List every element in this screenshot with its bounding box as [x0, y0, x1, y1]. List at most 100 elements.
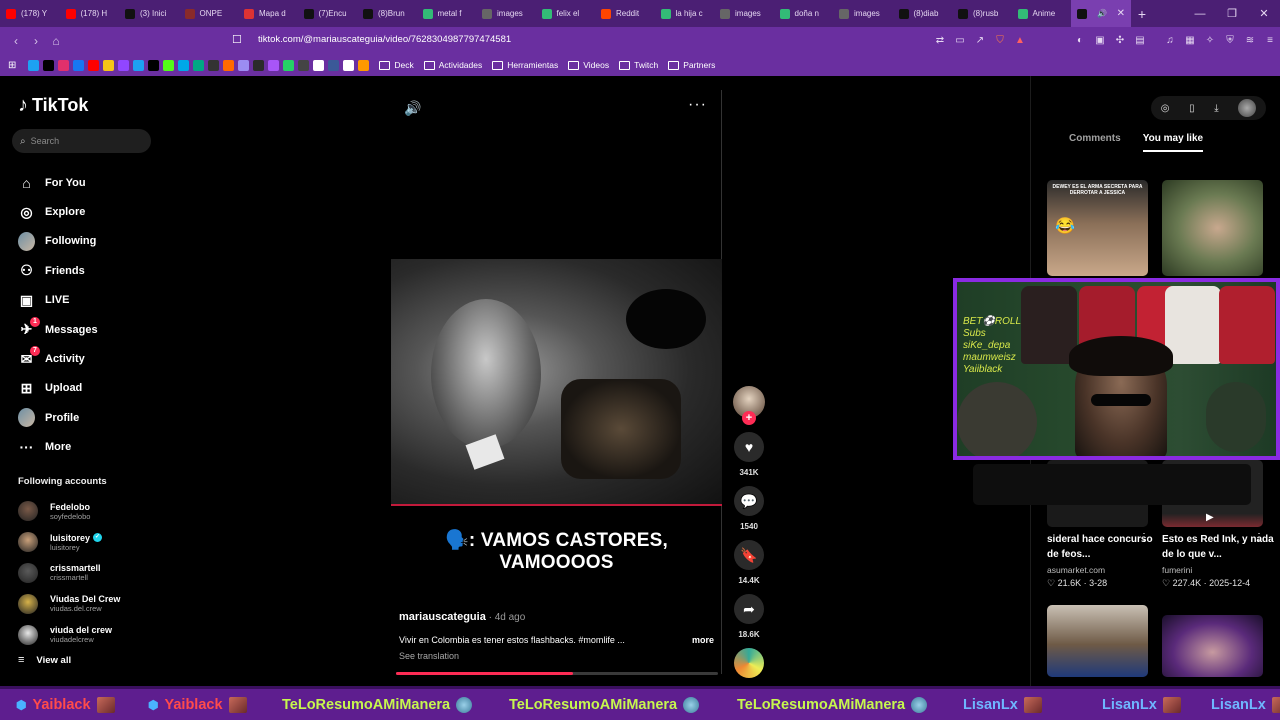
- video-progress-bar[interactable]: [396, 672, 718, 675]
- bookmark-favicon-icon[interactable]: [178, 59, 190, 71]
- wallet-icon[interactable]: ▦: [1180, 35, 1200, 46]
- bookmark-favicon-icon[interactable]: [73, 59, 85, 71]
- extension-icon[interactable]: ◐: [1070, 35, 1090, 46]
- sidebar-item-explore[interactable]: ◎ Explore: [18, 197, 98, 226]
- new-tab-icon[interactable]: +: [1131, 6, 1153, 22]
- browser-tab[interactable]: (8)diab: [893, 0, 953, 27]
- rec-more-icon[interactable]: ⋮: [1139, 532, 1149, 543]
- browser-tab[interactable]: images: [833, 0, 893, 27]
- music-icon[interactable]: ♫: [1160, 35, 1180, 46]
- music-disc-icon[interactable]: [734, 648, 764, 678]
- more-options-icon[interactable]: ···: [688, 96, 707, 114]
- bookmark-favicon-icon[interactable]: [253, 59, 265, 71]
- sidebar-item-upload[interactable]: ⊞ Upload: [18, 374, 98, 403]
- tab-you-may-like[interactable]: You may like: [1142, 133, 1204, 152]
- url-field[interactable]: tiktok.com/@mariauscateguia/video/762830…: [258, 34, 511, 45]
- browser-tab[interactable]: Reddit: [595, 0, 655, 27]
- sidebar-item-more[interactable]: ··· More: [18, 433, 98, 462]
- more-button[interactable]: more: [692, 635, 714, 645]
- bookmark-favicon-icon[interactable]: [58, 59, 70, 71]
- close-tab-icon[interactable]: ✕: [1117, 8, 1125, 19]
- following-account-item[interactable]: crissmartell crissmartell: [18, 558, 120, 589]
- share-arrow-icon[interactable]: ➦: [734, 594, 764, 624]
- sidebar-item-following[interactable]: Following: [18, 227, 98, 256]
- browser-tab[interactable]: felix el: [536, 0, 596, 27]
- menu-icon[interactable]: ≡: [1260, 35, 1280, 46]
- bookmark-favicon-icon[interactable]: [28, 59, 40, 71]
- share-action[interactable]: ➦ 18.6K: [730, 594, 768, 639]
- like-action[interactable]: ♥ 341K: [730, 432, 768, 477]
- bookmark-favicon-icon[interactable]: [208, 59, 220, 71]
- search-input[interactable]: ⌕ Search: [12, 129, 151, 153]
- comment-action[interactable]: 💬 1540: [730, 486, 768, 531]
- tab-comments[interactable]: Comments: [1069, 133, 1121, 152]
- follow-plus-icon[interactable]: +: [742, 411, 756, 425]
- sidebar-item-messages[interactable]: ✈ 1 Messages: [18, 315, 98, 344]
- bookmark-favicon-icon[interactable]: [223, 59, 235, 71]
- browser-tab[interactable]: doña n: [774, 0, 834, 27]
- download-icon[interactable]: ⤓: [1214, 103, 1218, 114]
- bookmark-item[interactable]: Deck: [379, 60, 414, 70]
- close-window-icon[interactable]: ✕: [1248, 7, 1280, 20]
- recommended-thumbnail[interactable]: [1047, 605, 1148, 677]
- sidebar-item-profile[interactable]: Profile: [18, 403, 98, 432]
- recommended-thumbnail[interactable]: [1162, 180, 1263, 276]
- bookmark-icon[interactable]: 🔖: [734, 540, 764, 570]
- browser-tab[interactable]: Mapa d: [238, 0, 298, 27]
- browser-tab[interactable]: Anime: [1012, 0, 1072, 27]
- following-account-item[interactable]: viuda del crew viudadelcrew: [18, 619, 120, 650]
- bookmark-item[interactable]: Partners: [668, 60, 715, 70]
- rewards-icon[interactable]: ▲: [1010, 35, 1030, 46]
- creator-avatar[interactable]: +: [733, 386, 765, 425]
- sidebar-item-activity[interactable]: ✉ 7 Activity: [18, 344, 98, 373]
- back-icon[interactable]: ‹: [6, 34, 26, 48]
- leo-icon[interactable]: ✧: [1200, 35, 1220, 46]
- bookmark-favicon-icon[interactable]: [118, 59, 130, 71]
- browser-tab[interactable]: la hija c: [655, 0, 715, 27]
- vpn-icon[interactable]: ⛨: [1220, 35, 1240, 46]
- forward-icon[interactable]: ›: [26, 34, 46, 48]
- bookmark-favicon-icon[interactable]: [328, 59, 340, 71]
- bookmark-favicon-icon[interactable]: [283, 59, 295, 71]
- bookmark-favicon-icon[interactable]: [238, 59, 250, 71]
- browser-tab[interactable]: (178) H: [60, 0, 120, 27]
- sidebar-icon[interactable]: ▤: [1130, 35, 1150, 46]
- compass-icon[interactable]: ◎: [1161, 103, 1170, 114]
- bookmark-favicon-icon[interactable]: [358, 59, 370, 71]
- rec-author[interactable]: asumarket.com: [1047, 565, 1105, 575]
- bookmark-favicon-icon[interactable]: [343, 59, 355, 71]
- bookmark-item[interactable]: Twitch: [619, 60, 658, 70]
- apps-icon[interactable]: ⊞: [8, 60, 16, 71]
- bookmark-favicon-icon[interactable]: [298, 59, 310, 71]
- following-account-item[interactable]: luisitorey ✓ luisitorey: [18, 527, 120, 558]
- user-avatar[interactable]: [1238, 99, 1257, 117]
- comment-icon[interactable]: 💬: [734, 486, 764, 516]
- browser-tab[interactable]: metal f: [417, 0, 477, 27]
- volume-icon[interactable]: 🔊: [404, 100, 421, 117]
- custom-icon[interactable]: ≋: [1240, 35, 1260, 46]
- bookmark-item[interactable]: Herramientas: [492, 60, 558, 70]
- view-all-button[interactable]: ≡ View all: [18, 654, 71, 666]
- browser-tab[interactable]: (8)rusb: [952, 0, 1012, 27]
- see-translation-link[interactable]: See translation: [399, 651, 459, 661]
- browser-tab[interactable]: (178) Y: [0, 0, 60, 27]
- recommended-thumbnail[interactable]: [1162, 615, 1263, 677]
- bookmark-favicon-icon[interactable]: [148, 59, 160, 71]
- rec-author[interactable]: fumerini: [1162, 565, 1192, 575]
- bookmark-favicon-icon[interactable]: [163, 59, 175, 71]
- bookmark-item[interactable]: Actividades: [423, 60, 482, 70]
- rec-more-icon[interactable]: ⋮: [1254, 532, 1264, 543]
- following-account-item[interactable]: Viudas Del Crew viudas.del.crew: [18, 588, 120, 619]
- browser-tab[interactable]: ONPE: [179, 0, 239, 27]
- bookmark-item[interactable]: Videos: [568, 60, 609, 70]
- brave-shield-icon[interactable]: ⛉: [990, 35, 1010, 46]
- home-icon[interactable]: ⌂: [46, 34, 66, 48]
- heart-icon[interactable]: ♥: [734, 432, 764, 462]
- bookmark-favicon-icon[interactable]: [43, 59, 55, 71]
- browser-tab[interactable]: images: [714, 0, 774, 27]
- bookmark-favicon-icon[interactable]: [313, 59, 325, 71]
- video-frame[interactable]: [391, 259, 722, 506]
- sidebar-item-live[interactable]: ▣ LIVE: [18, 286, 98, 315]
- video-author[interactable]: mariauscateguia · 4d ago: [399, 611, 525, 623]
- device-icon[interactable]: ▯: [1189, 103, 1195, 114]
